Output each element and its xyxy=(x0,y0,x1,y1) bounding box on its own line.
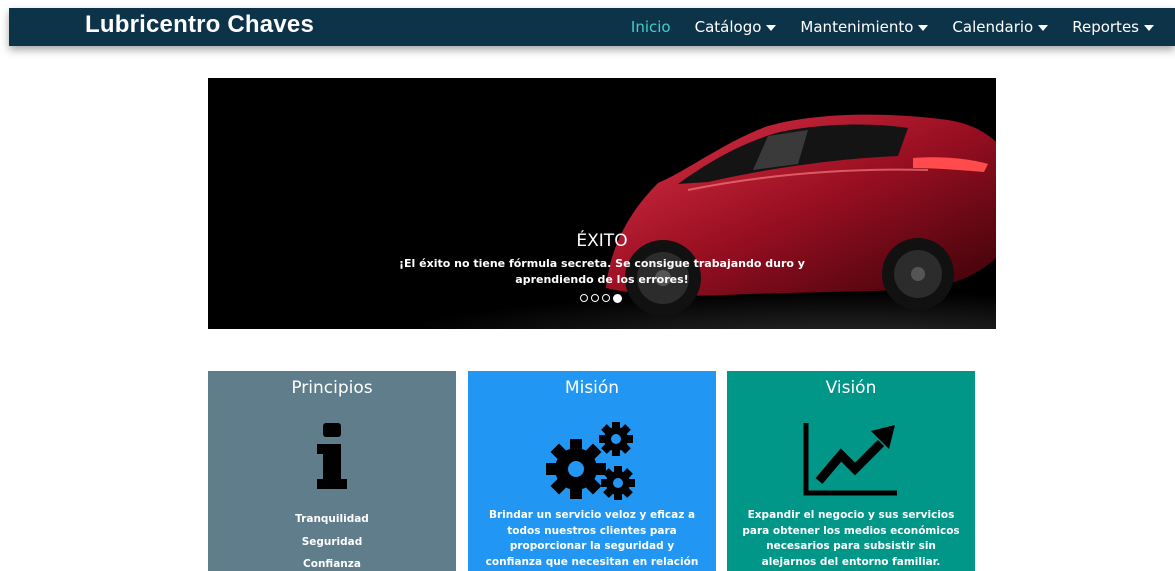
carousel-indicator-3[interactable] xyxy=(602,294,610,302)
caret-down-icon xyxy=(1144,25,1154,31)
caret-down-icon xyxy=(1038,25,1049,31)
card-title: Visión xyxy=(825,378,877,398)
nav-item-label: Calendario xyxy=(952,18,1034,36)
card-principios: Principios Tranquilidad Seguridad Confia… xyxy=(208,371,456,571)
nav-item-reportes[interactable]: Reportes xyxy=(1072,18,1154,36)
carousel-indicator-4[interactable] xyxy=(613,293,622,303)
nav-item-catalogo[interactable]: Catálogo xyxy=(695,18,777,36)
principios-list: Tranquilidad Seguridad Confianza xyxy=(222,508,442,571)
principio-item: Confianza xyxy=(303,558,361,570)
carousel-indicators xyxy=(580,293,625,303)
nav-menu: Inicio Catálogo Mantenimiento Calendario… xyxy=(631,8,1175,46)
card-vision: Visión Expandir el negocio y sus servici… xyxy=(727,371,975,571)
nav-item-calendario[interactable]: Calendario xyxy=(952,18,1049,36)
brand-logo[interactable]: Lubricentro Chaves xyxy=(85,11,314,39)
caret-down-icon xyxy=(918,25,929,31)
mision-text: Brindar un servicio veloz y eficaz a tod… xyxy=(485,509,699,568)
card-title: Misión xyxy=(564,378,620,398)
nav-item-label: Inicio xyxy=(630,18,671,36)
card-title: Principios xyxy=(291,378,373,398)
principio-item: Tranquilidad xyxy=(295,513,369,525)
gears-icon xyxy=(468,421,716,500)
car-image xyxy=(208,78,996,329)
navbar: Lubricentro Chaves Inicio Catálogo Mante… xyxy=(9,8,1175,46)
chart-growth-icon xyxy=(727,421,975,496)
carousel-caption-text: ¡El éxito no tiene fórmula secreta. Se c… xyxy=(399,257,805,286)
carousel-indicator-2[interactable] xyxy=(591,294,599,302)
carousel-caption-title: ÉXITO xyxy=(576,231,628,251)
vision-text: Expandir el negocio y sus servicios para… xyxy=(742,509,960,568)
nav-item-label: Reportes xyxy=(1072,18,1139,36)
nav-item-mantenimiento[interactable]: Mantenimiento xyxy=(800,18,929,36)
nav-item-inicio[interactable]: Inicio xyxy=(631,18,671,36)
principio-item: Seguridad xyxy=(301,535,363,548)
hero-carousel[interactable]: ÉXITO ¡El éxito no tiene fórmula secreta… xyxy=(208,78,996,329)
card-mision: Misión Brindar un servicio veloz y efica… xyxy=(468,371,716,571)
carousel-indicator-1[interactable] xyxy=(580,294,588,302)
caret-down-icon xyxy=(766,25,777,31)
nav-item-label: Catálogo xyxy=(694,18,762,36)
info-icon xyxy=(208,421,456,496)
nav-item-label: Mantenimiento xyxy=(800,18,914,36)
